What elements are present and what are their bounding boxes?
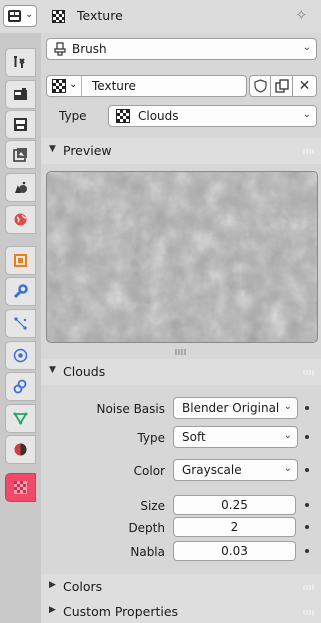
keyframe-dot[interactable] <box>305 406 309 410</box>
depth-field[interactable]: 2 <box>173 517 296 537</box>
panel-drag-handle[interactable] <box>303 370 315 375</box>
tab-physics[interactable] <box>5 341 36 370</box>
tab-object[interactable] <box>5 246 36 275</box>
clouds-panel-header[interactable]: ▼ Clouds <box>41 359 321 385</box>
unlink-button[interactable]: ✕ <box>293 75 317 97</box>
chevron-down-icon: ⌄ <box>283 463 292 474</box>
properties-main: Brush ⌄ ⌄ Texture ✕ Type Clouds ⌄ ▼ Prev… <box>41 33 321 623</box>
texture-preview-image <box>46 171 318 343</box>
panel-drag-handle[interactable] <box>303 149 315 154</box>
clouds-noise-image <box>47 172 317 342</box>
texture-type-value: Clouds <box>138 109 179 123</box>
texture-datablock-field[interactable]: ⌄ Texture <box>46 75 247 97</box>
output-icon <box>14 118 27 131</box>
tab-object-data[interactable] <box>5 404 36 433</box>
noise-type-label: Type <box>137 431 165 445</box>
fake-user-shield-icon <box>253 79 267 93</box>
colors-panel-header[interactable]: ▶ Colors <box>41 574 321 600</box>
noise-type-value: Soft <box>182 430 206 444</box>
render-icon <box>14 88 27 100</box>
texture-icon <box>14 481 27 494</box>
preview-panel-label: Preview <box>63 143 112 158</box>
size-label: Size <box>140 499 165 513</box>
color-mode-dropdown[interactable]: Grayscale ⌄ <box>173 459 298 481</box>
tab-output[interactable] <box>5 110 36 139</box>
tab-constraints[interactable] <box>5 372 36 401</box>
texture-icon <box>52 79 66 93</box>
texture-user-dropdown[interactable]: Brush ⌄ <box>46 38 317 60</box>
chevron-down-icon: ⌄ <box>283 430 292 441</box>
tab-modifiers[interactable] <box>5 277 36 306</box>
mesh-data-icon <box>13 412 28 425</box>
tab-render[interactable] <box>5 80 36 109</box>
custom-properties-panel-header[interactable]: ▶ Custom Properties <box>41 599 321 623</box>
unlink-x-icon: ✕ <box>298 78 311 94</box>
material-icon <box>14 443 27 456</box>
clouds-texture-icon <box>116 109 130 123</box>
editor-type-button[interactable]: ⌄ <box>3 5 37 27</box>
properties-header: ⌄ Texture ✧ <box>0 0 321 33</box>
size-field[interactable]: 0.25 <box>173 495 296 515</box>
noise-basis-label: Noise Basis <box>96 402 165 416</box>
physics-icon <box>13 348 28 363</box>
clouds-panel-label: Clouds <box>63 364 106 379</box>
preview-panel-header[interactable]: ▼ Preview <box>41 138 321 164</box>
tab-scene[interactable] <box>5 173 36 202</box>
keyframe-dot[interactable] <box>305 435 309 439</box>
tab-material[interactable] <box>5 435 36 464</box>
tab-particles[interactable] <box>5 309 36 338</box>
wrench-icon <box>13 284 28 299</box>
view-layer-icon <box>13 148 27 162</box>
expanded-arrow-icon: ▼ <box>49 365 56 375</box>
chevron-down-icon: ⌄ <box>302 109 311 120</box>
world-icon <box>14 213 27 226</box>
noise-type-dropdown[interactable]: Soft ⌄ <box>173 426 298 448</box>
tab-view-layer[interactable] <box>5 140 36 169</box>
nabla-label: Nabla <box>130 545 165 559</box>
duplicate-button[interactable] <box>271 75 293 97</box>
scene-icon <box>15 181 27 193</box>
properties-tab-bar <box>0 33 41 623</box>
panel-drag-handle[interactable] <box>303 585 315 590</box>
preview-resize-handle[interactable] <box>175 349 187 355</box>
tab-world[interactable] <box>5 205 36 234</box>
constraints-icon <box>13 379 27 394</box>
keyframe-dot[interactable] <box>305 549 309 553</box>
texture-icon <box>52 10 65 23</box>
color-label: Color <box>133 464 165 478</box>
depth-label: Depth <box>128 521 165 535</box>
chevron-down-icon[interactable]: ⌄ <box>69 79 77 90</box>
panel-drag-handle[interactable] <box>303 610 315 615</box>
keyframe-dot[interactable] <box>305 525 309 529</box>
chevron-down-icon: ⌄ <box>283 401 292 412</box>
texture-name[interactable]: Texture <box>92 79 136 93</box>
noise-basis-dropdown[interactable]: Blender Original ⌄ <box>173 397 298 419</box>
colors-panel-label: Colors <box>63 579 103 594</box>
brush-icon <box>54 42 66 56</box>
keyframe-dot[interactable] <box>305 503 309 507</box>
texture-type-dropdown[interactable]: Clouds ⌄ <box>108 105 317 127</box>
custom-properties-panel-label: Custom Properties <box>63 604 179 619</box>
chevron-down-icon: ⌄ <box>25 9 34 20</box>
tab-tool[interactable] <box>5 48 36 77</box>
pin-icon[interactable]: ✧ <box>295 6 308 24</box>
texture-user-label: Brush <box>72 42 107 56</box>
chevron-down-icon: ⌄ <box>302 42 311 53</box>
duplicate-icon <box>274 79 289 93</box>
tool-icon <box>14 56 25 68</box>
color-mode-value: Grayscale <box>182 463 242 477</box>
noise-basis-value: Blender Original <box>182 401 280 415</box>
header-title: Texture <box>77 8 123 23</box>
collapsed-arrow-icon: ▶ <box>49 605 56 615</box>
object-icon <box>14 254 27 267</box>
type-label: Type <box>59 109 87 123</box>
properties-grid-icon <box>8 10 21 22</box>
collapsed-arrow-icon: ▶ <box>49 580 56 590</box>
tab-texture[interactable] <box>5 473 36 502</box>
keyframe-dot[interactable] <box>305 468 309 472</box>
particles-icon <box>14 317 27 330</box>
fake-user-button[interactable] <box>249 75 271 97</box>
expanded-arrow-icon: ▼ <box>49 144 56 154</box>
nabla-field[interactable]: 0.03 <box>173 541 296 561</box>
